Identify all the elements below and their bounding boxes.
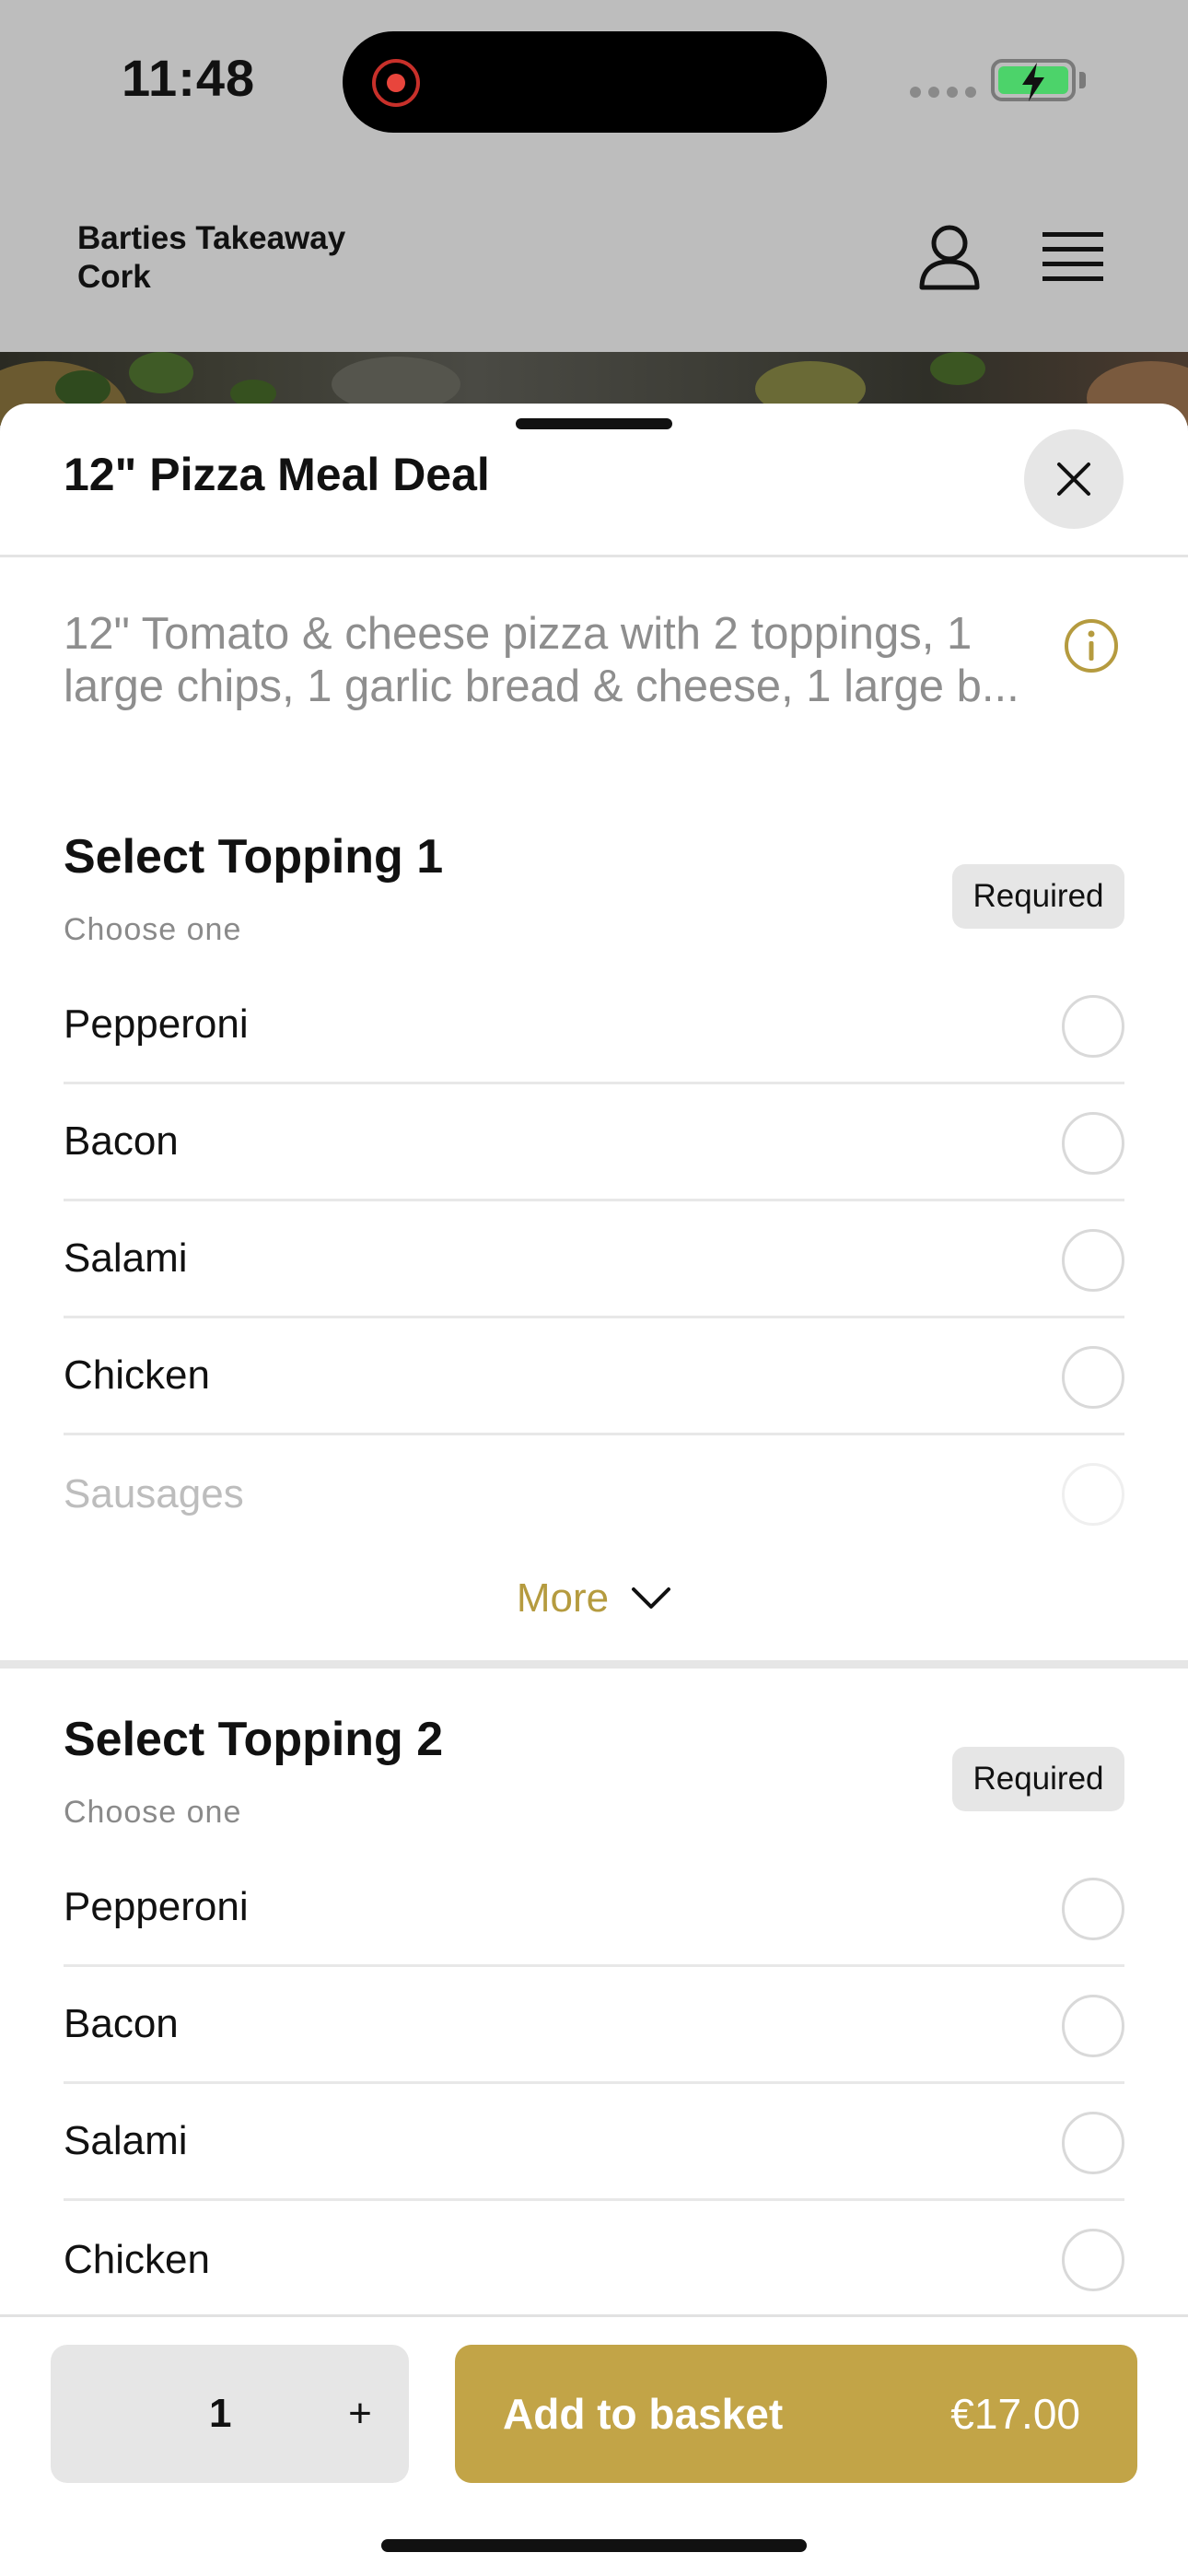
radio-button[interactable]	[1062, 2229, 1124, 2291]
status-bar: 11:48	[0, 0, 1188, 166]
section-divider	[0, 1660, 1188, 1669]
price-label: €17.00	[950, 2390, 1080, 2438]
topping-2-options: Pepperoni Bacon Salami Chicken	[64, 1850, 1124, 2318]
quantity-stepper: 1 +	[51, 2345, 409, 2483]
option-sausages[interactable]: Sausages	[64, 1435, 1124, 1552]
required-badge: Required	[952, 1747, 1124, 1811]
screen-recording-icon	[372, 59, 420, 107]
option-label: Chicken	[64, 1352, 210, 1398]
more-button[interactable]: More	[0, 1575, 1188, 1622]
topping-1-options: Pepperoni Bacon Salami Chicken Sausages	[64, 967, 1124, 1552]
option-label: Sausages	[64, 1470, 244, 1516]
radio-button[interactable]	[1062, 2112, 1124, 2174]
sheet-grabber[interactable]	[516, 418, 672, 429]
add-to-basket-button[interactable]: Add to basket €17.00	[455, 2345, 1137, 2483]
radio-button[interactable]	[1062, 1229, 1124, 1292]
status-time: 11:48	[122, 49, 256, 107]
option-bacon[interactable]: Bacon	[64, 1084, 1124, 1201]
option-bacon[interactable]: Bacon	[64, 1967, 1124, 2084]
required-badge: Required	[952, 864, 1124, 929]
option-label: Salami	[64, 2118, 188, 2163]
item-title: 12" Pizza Meal Deal	[64, 449, 490, 500]
info-icon[interactable]	[1063, 617, 1120, 674]
app-header: Barties Takeaway Cork	[0, 166, 1188, 354]
radio-button[interactable]	[1062, 1463, 1124, 1526]
option-salami[interactable]: Salami	[64, 1201, 1124, 1318]
title-divider	[0, 555, 1188, 557]
section-title: Select Topping 1	[64, 830, 444, 884]
section-subtitle: Choose one	[64, 912, 242, 947]
radio-button[interactable]	[1062, 1346, 1124, 1409]
quantity-value: 1	[209, 2391, 232, 2436]
increment-button[interactable]: +	[323, 2377, 397, 2451]
item-options-sheet: 12" Pizza Meal Deal 12" Tomato & cheese …	[0, 404, 1188, 2576]
section-title: Select Topping 2	[64, 1713, 444, 1766]
option-label: Pepperoni	[64, 1884, 249, 1929]
battery-tip	[1079, 72, 1086, 88]
chevron-down-icon	[632, 1587, 671, 1609]
cellular-signal-icon	[910, 87, 976, 98]
option-chicken[interactable]: Chicken	[64, 1318, 1124, 1435]
option-label: Pepperoni	[64, 1001, 249, 1047]
option-label: Bacon	[64, 2001, 179, 2046]
more-label: More	[516, 1575, 610, 1621]
radio-button[interactable]	[1062, 1878, 1124, 1940]
option-label: Bacon	[64, 1118, 179, 1164]
close-button[interactable]	[1024, 429, 1124, 529]
radio-button[interactable]	[1062, 995, 1124, 1058]
radio-button[interactable]	[1062, 1995, 1124, 2057]
hamburger-menu-icon[interactable]	[1042, 230, 1103, 284]
item-description: 12" Tomato & cheese pizza with 2 topping…	[64, 609, 1019, 711]
option-pepperoni[interactable]: Pepperoni	[64, 1850, 1124, 1967]
user-icon[interactable]	[917, 223, 982, 291]
option-chicken[interactable]: Chicken	[64, 2201, 1124, 2318]
battery-charging-icon	[991, 59, 1076, 101]
option-label: Salami	[64, 1235, 188, 1281]
radio-button[interactable]	[1062, 1112, 1124, 1175]
order-footer: 1 + Add to basket €17.00	[0, 2314, 1188, 2576]
dynamic-island	[343, 31, 827, 133]
option-salami[interactable]: Salami	[64, 2084, 1124, 2201]
close-icon	[1057, 463, 1090, 496]
option-pepperoni[interactable]: Pepperoni	[64, 967, 1124, 1084]
add-to-basket-label: Add to basket	[503, 2390, 784, 2438]
home-indicator[interactable]	[381, 2539, 807, 2552]
restaurant-name[interactable]: Barties Takeaway Cork	[77, 219, 409, 297]
option-label: Chicken	[64, 2236, 210, 2282]
section-subtitle: Choose one	[64, 1795, 242, 1830]
